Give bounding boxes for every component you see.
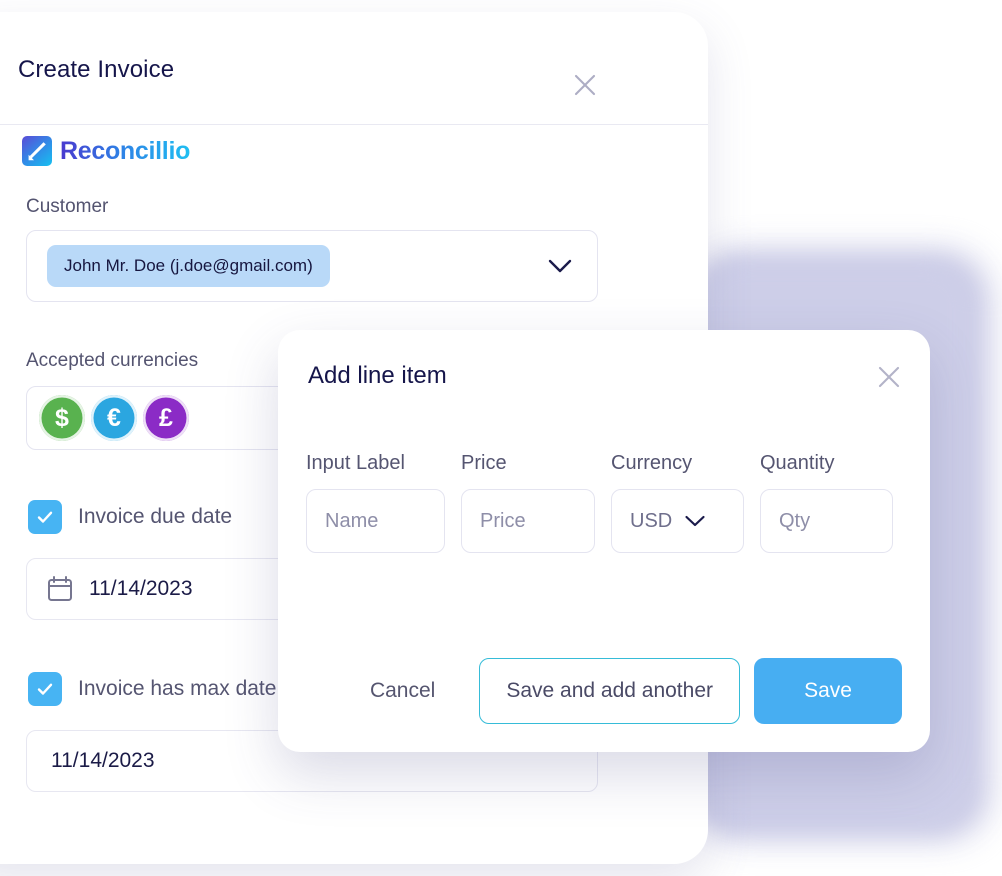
price-label: Price <box>461 452 507 474</box>
modal-title: Add line item <box>308 362 447 389</box>
invoice-due-date-row[interactable]: Invoice due date <box>28 500 232 534</box>
line-item-fields: Input Label Name Price Price Currency US… <box>306 452 893 553</box>
quantity-label: Quantity <box>760 452 835 474</box>
screenshot-stage: Create Invoice Reconcillio Customer John… <box>0 0 1002 876</box>
currency-field-group: Currency USD <box>611 452 744 553</box>
close-icon[interactable] <box>572 72 598 98</box>
currency-label: Currency <box>611 452 693 474</box>
page-title: Create Invoice <box>18 56 175 83</box>
name-input[interactable]: Name <box>306 489 445 553</box>
invoice-due-date-label: Invoice due date <box>78 505 233 528</box>
add-line-item-modal: Add line item Input Label Name Price Pri… <box>278 330 930 752</box>
customer-selected-chip[interactable]: John Mr. Doe (j.doe@gmail.com) <box>47 245 330 287</box>
chevron-down-icon[interactable] <box>547 258 573 274</box>
max-date-value: 11/14/2023 <box>51 749 155 772</box>
input-label-label: Input Label <box>306 452 405 474</box>
currency-select[interactable]: USD <box>611 489 744 553</box>
input-label-field-group: Input Label Name <box>306 452 445 553</box>
price-input[interactable]: Price <box>461 489 595 553</box>
header-divider <box>0 124 708 125</box>
modal-actions: Cancel Save and add another Save <box>306 658 902 724</box>
customer-select[interactable]: John Mr. Doe (j.doe@gmail.com) <box>26 230 598 302</box>
brand-name: Reconcillio <box>60 136 191 165</box>
reconcillio-logo-icon <box>22 136 52 166</box>
invoice-max-date-label: Invoice has max date <box>78 677 277 700</box>
price-field-group: Price Price <box>461 452 595 553</box>
save-button[interactable]: Save <box>754 658 902 724</box>
currency-selected-value: USD <box>630 509 673 532</box>
brand-logo: Reconcillio <box>22 136 190 166</box>
close-icon[interactable] <box>876 364 902 390</box>
customer-label: Customer <box>26 196 109 217</box>
quantity-input[interactable]: Qty <box>760 489 893 553</box>
quantity-field-group: Quantity Qty <box>760 452 893 553</box>
invoice-max-date-checkbox[interactable] <box>28 672 62 706</box>
accepted-currencies-label: Accepted currencies <box>26 350 199 371</box>
euro-coin-icon[interactable]: € <box>91 395 137 441</box>
chevron-down-icon[interactable] <box>684 514 706 528</box>
invoice-max-date-row[interactable]: Invoice has max date <box>28 672 276 706</box>
pound-coin-icon[interactable]: £ <box>143 395 189 441</box>
cancel-button[interactable]: Cancel <box>354 679 451 703</box>
invoice-due-date-checkbox[interactable] <box>28 500 62 534</box>
dollar-coin-icon[interactable]: $ <box>39 395 85 441</box>
calendar-icon <box>47 575 73 603</box>
save-and-add-another-button[interactable]: Save and add another <box>479 658 740 724</box>
due-date-value: 11/14/2023 <box>89 577 193 600</box>
